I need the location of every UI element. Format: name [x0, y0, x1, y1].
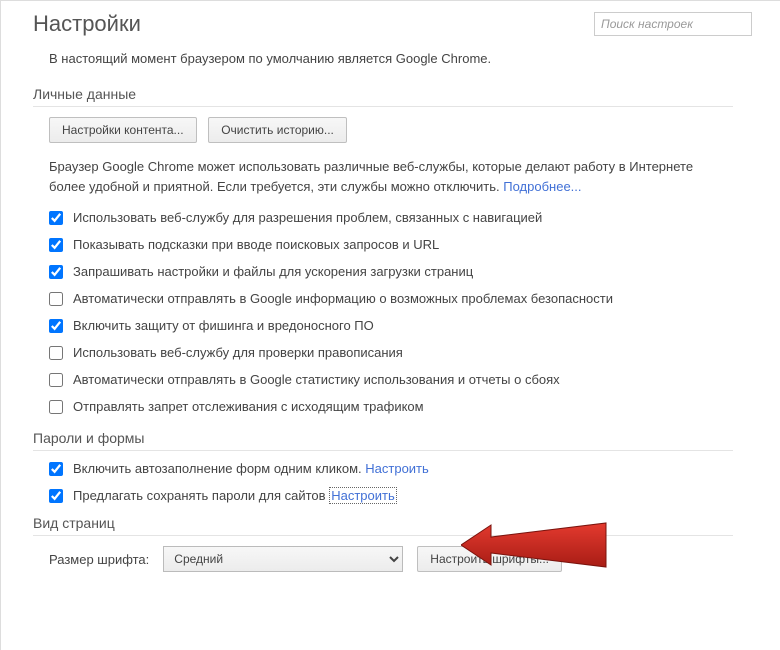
- divider: [33, 450, 733, 451]
- section-heading-privacy: Личные данные: [33, 86, 752, 102]
- privacy-option-label: Автоматически отправлять в Google информ…: [73, 291, 613, 306]
- privacy-option-label: Запрашивать настройки и файлы для ускоре…: [73, 264, 473, 279]
- privacy-option-label: Отправлять запрет отслеживания с исходящ…: [73, 399, 424, 414]
- learn-more-link[interactable]: Подробнее...: [503, 179, 581, 194]
- privacy-option-checkbox[interactable]: [49, 292, 63, 306]
- section-heading-appearance: Вид страниц: [33, 515, 752, 531]
- privacy-description: Браузер Google Chrome может использовать…: [49, 157, 709, 196]
- privacy-option-label: Автоматически отправлять в Google статис…: [73, 372, 560, 387]
- search-input[interactable]: [594, 12, 752, 36]
- autofill-checkbox[interactable]: [49, 462, 63, 476]
- privacy-option-checkbox[interactable]: [49, 373, 63, 387]
- autofill-label: Включить автозаполнение форм одним клико…: [73, 461, 362, 476]
- content-settings-button[interactable]: Настройки контента...: [49, 117, 197, 143]
- save-passwords-label: Предлагать сохранять пароли для сайтов: [73, 488, 326, 503]
- privacy-option-checkbox[interactable]: [49, 319, 63, 333]
- privacy-option-label: Показывать подсказки при вводе поисковых…: [73, 237, 439, 252]
- privacy-option-label: Использовать веб-службу для разрешения п…: [73, 210, 542, 225]
- privacy-option-checkbox[interactable]: [49, 238, 63, 252]
- privacy-option-checkbox[interactable]: [49, 400, 63, 414]
- privacy-option-label: Использовать веб-службу для проверки пра…: [73, 345, 403, 360]
- privacy-option-checkbox[interactable]: [49, 211, 63, 225]
- default-browser-line: В настоящий момент браузером по умолчани…: [49, 51, 752, 66]
- divider: [33, 106, 733, 107]
- customize-fonts-button[interactable]: Настроить шрифты...: [417, 546, 562, 572]
- privacy-option-label: Включить защиту от фишинга и вредоносног…: [73, 318, 374, 333]
- font-size-label: Размер шрифта:: [49, 552, 149, 567]
- privacy-option-checkbox[interactable]: [49, 265, 63, 279]
- section-heading-passwords: Пароли и формы: [33, 430, 752, 446]
- clear-history-button[interactable]: Очистить историю...: [208, 117, 347, 143]
- save-passwords-configure-link[interactable]: Настроить: [329, 487, 397, 504]
- privacy-option-checkbox[interactable]: [49, 346, 63, 360]
- font-size-select[interactable]: Средний: [163, 546, 403, 572]
- page-title: Настройки: [33, 11, 141, 37]
- divider: [33, 535, 733, 536]
- autofill-configure-link[interactable]: Настроить: [365, 461, 429, 476]
- save-passwords-checkbox[interactable]: [49, 489, 63, 503]
